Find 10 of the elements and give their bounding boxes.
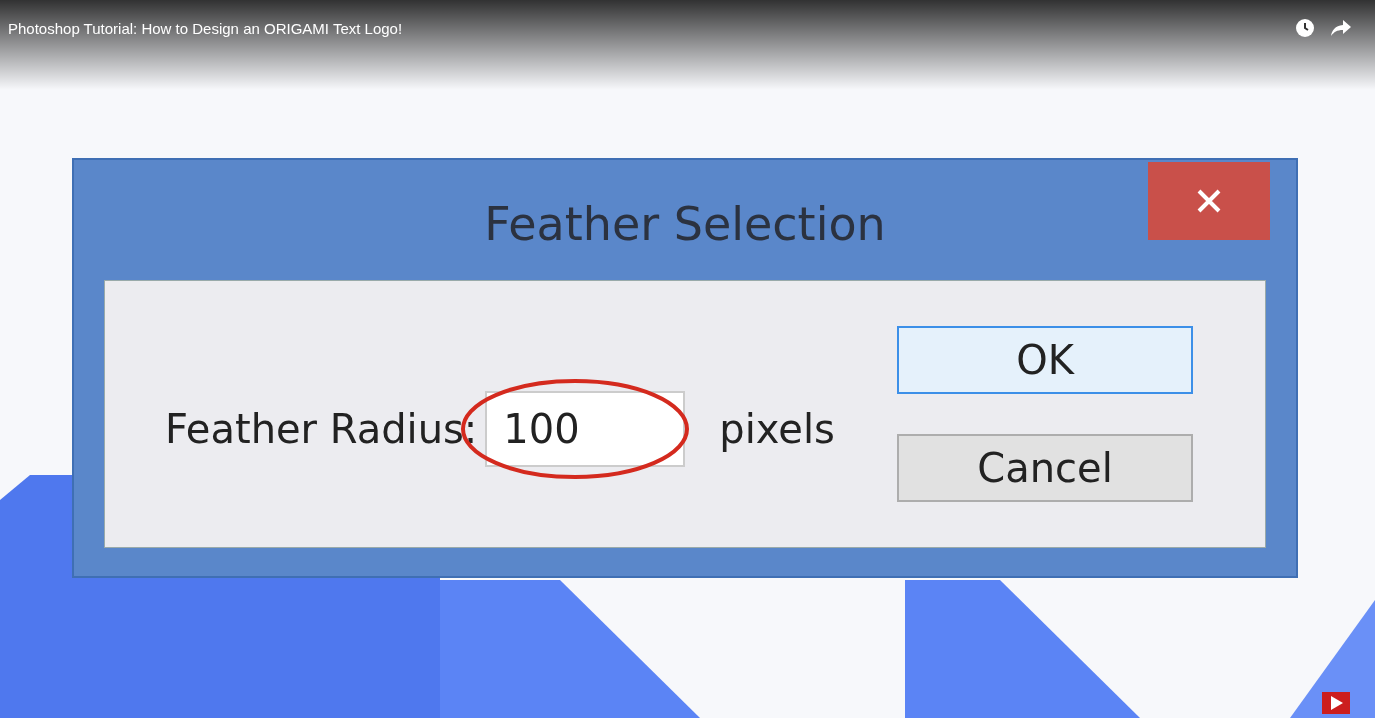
unit-label: pixels	[719, 405, 835, 454]
dialog-title: Feather Selection	[484, 195, 886, 253]
radius-input-field[interactable]: 100	[485, 391, 686, 467]
close-icon	[1196, 188, 1222, 214]
video-title[interactable]: Photoshop Tutorial: How to Design an ORIGAMI Text Logo!	[8, 18, 403, 41]
dialog-button[interactable]: OK	[897, 326, 1193, 394]
share-icon[interactable]	[1331, 19, 1351, 37]
dialog-button[interactable]: Cancel	[897, 434, 1193, 502]
clock-icon[interactable]	[1295, 18, 1315, 38]
video-logo-icon[interactable]	[1322, 692, 1350, 714]
